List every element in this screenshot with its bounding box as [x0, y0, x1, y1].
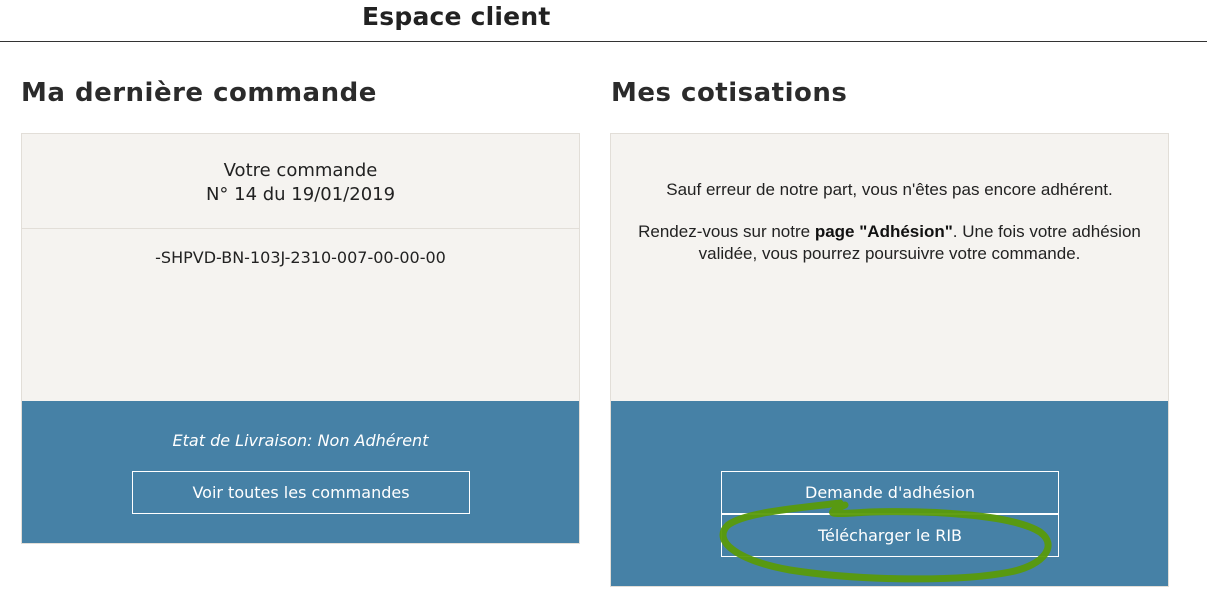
instructions-line2: validée, vous pourrez poursuivre votre c… [698, 244, 1081, 263]
order-label: Votre commande [223, 160, 378, 181]
last-order-card: Votre commande N° 14 du 19/01/2019 -SHPV… [21, 133, 580, 544]
subscriptions-title: Mes cotisations [611, 78, 848, 108]
last-order-footer: Etat de Livraison: Non Adhérent Voir tou… [22, 401, 579, 543]
download-rib-button[interactable]: Télécharger le RIB [721, 514, 1059, 557]
subscriptions-footer: Demande d'adhésion Télécharger le RIB [611, 401, 1168, 586]
page-title: Espace client [362, 2, 551, 31]
instructions-prefix: Rendez-vous sur notre [638, 222, 815, 241]
subscriptions-card: Sauf erreur de notre part, vous n'êtes p… [610, 133, 1169, 587]
header-divider [0, 41, 1207, 42]
order-reference: -SHPVD-BN-103J-2310-007-00-00-00 [155, 248, 446, 267]
last-order-title: Ma dernière commande [21, 78, 377, 108]
subscriptions-details: Sauf erreur de notre part, vous n'êtes p… [611, 134, 1168, 401]
membership-request-button[interactable]: Demande d'adhésion [721, 471, 1059, 514]
membership-instructions: Rendez-vous sur notre page "Adhésion". U… [611, 221, 1168, 265]
not-member-notice: Sauf erreur de notre part, vous n'êtes p… [666, 180, 1113, 199]
order-number: N° 14 du 19/01/2019 [205, 184, 396, 205]
membership-page-link[interactable]: page "Adhésion" [815, 222, 953, 241]
instructions-suffix: . Une fois votre adhésion [952, 222, 1141, 241]
page: Espace client Ma dernière commande Votre… [0, 0, 1207, 614]
view-all-orders-button[interactable]: Voir toutes les commandes [132, 471, 470, 514]
order-header: Votre commande N° 14 du 19/01/2019 [22, 134, 579, 229]
delivery-status: Etat de Livraison: Non Adhérent [172, 431, 429, 450]
last-order-details: Votre commande N° 14 du 19/01/2019 -SHPV… [22, 134, 579, 401]
